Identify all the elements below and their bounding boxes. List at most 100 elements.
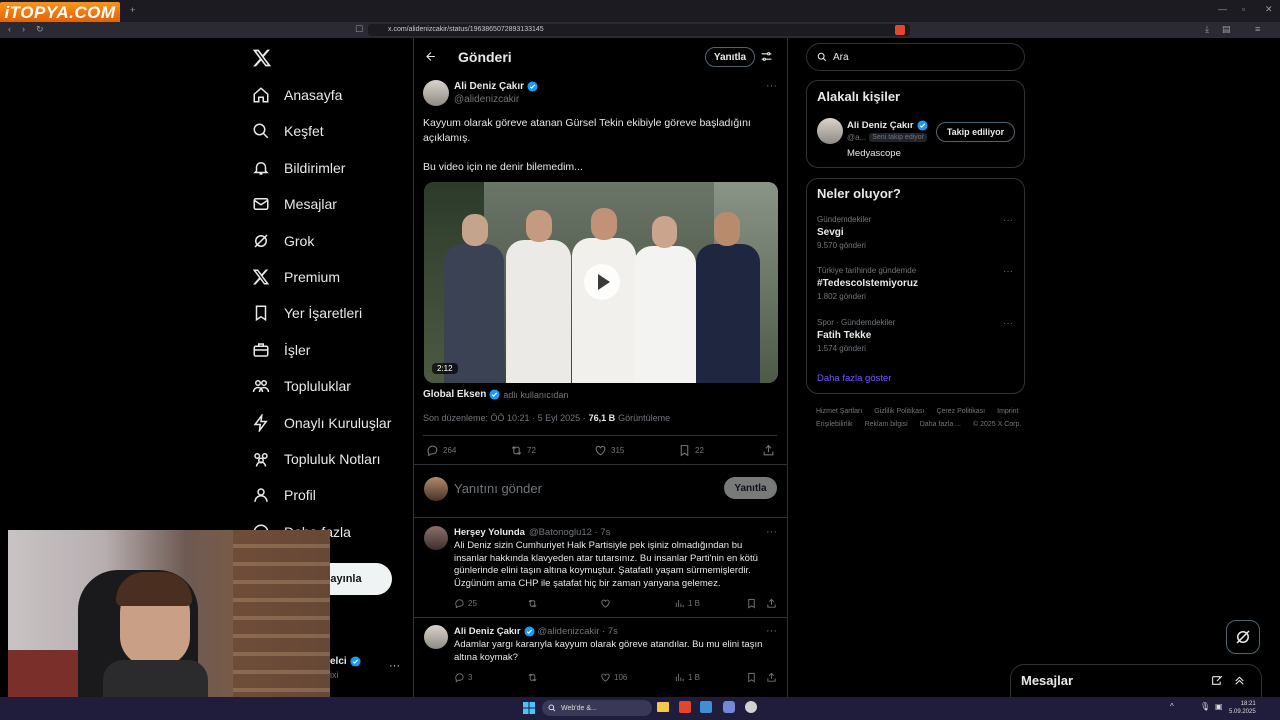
tweet-video[interactable]: 2:12 bbox=[424, 182, 778, 383]
share-icon[interactable] bbox=[766, 672, 777, 683]
video-source[interactable]: Global Eksen adlı kullanıcıdan bbox=[423, 389, 568, 400]
bookmark-page-icon[interactable]: ☐ bbox=[355, 24, 363, 35]
bookmark-stat[interactable]: 22 bbox=[678, 444, 704, 457]
footer-link[interactable]: Imprint bbox=[997, 408, 1018, 415]
reply-header[interactable]: Herşey Yolunda @Batonoglu12 · 7s bbox=[454, 527, 610, 538]
messages-drawer[interactable]: Mesajlar bbox=[1010, 664, 1262, 698]
views-stat[interactable]: 1 B bbox=[674, 598, 700, 609]
tweet-handle[interactable]: @alidenizcakir bbox=[454, 94, 519, 105]
avatar[interactable] bbox=[424, 625, 448, 649]
search-input[interactable]: Ara bbox=[806, 43, 1025, 71]
brave-browser-icon[interactable] bbox=[679, 701, 691, 713]
reload-icon[interactable]: ↻ bbox=[36, 24, 44, 35]
retweet-stat[interactable]: 72 bbox=[510, 444, 536, 457]
retweet-icon[interactable] bbox=[527, 672, 538, 683]
taskbar-search[interactable]: Web'de &... bbox=[542, 700, 652, 716]
new-message-icon[interactable] bbox=[1211, 674, 1224, 687]
steam-icon[interactable] bbox=[700, 701, 712, 713]
x-logo-icon[interactable] bbox=[252, 48, 272, 68]
reply-submit-button[interactable]: Yanıtla bbox=[724, 477, 777, 499]
sidebar-item-11[interactable]: Topluluk Notları bbox=[252, 443, 381, 475]
trend-item[interactable]: Gündemdekiler Sevgi 9.570 gönderi bbox=[817, 215, 871, 250]
footer-link[interactable]: Çerez Politikası bbox=[936, 408, 985, 415]
reply-header[interactable]: Ali Deniz Çakır @alidenizcakir · 7s bbox=[454, 626, 618, 637]
sidebar-item-3[interactable]: Bildirimler bbox=[252, 152, 345, 184]
close-window-icon[interactable]: ✕ bbox=[1265, 4, 1273, 15]
tweet-author[interactable]: Ali Deniz Çakır bbox=[454, 81, 538, 92]
mic-icon[interactable]: 🎙 bbox=[1200, 702, 1210, 711]
trend-more-icon[interactable]: ··· bbox=[1003, 215, 1013, 226]
tweet-meta: Son düzenleme: ÖÖ 10:21 · 5 Eyl 2025 · 7… bbox=[423, 413, 670, 423]
avatar[interactable] bbox=[817, 118, 843, 144]
views-stat[interactable]: 1 B bbox=[674, 672, 700, 683]
tweet-more-icon[interactable]: ··· bbox=[766, 80, 777, 92]
sliders-icon[interactable] bbox=[760, 50, 773, 63]
chart-icon bbox=[675, 599, 684, 608]
sidebar-item-12[interactable]: Profil bbox=[252, 479, 316, 511]
grok-floating-button[interactable] bbox=[1226, 620, 1260, 654]
like-stat[interactable]: 315 bbox=[594, 444, 624, 457]
footer-link[interactable]: Daha fazla ... bbox=[920, 421, 961, 428]
tweet-timestamp[interactable]: Son düzenleme: ÖÖ 10:21 · 5 Eyl 2025 · bbox=[423, 413, 586, 423]
retweet-icon[interactable] bbox=[527, 598, 538, 609]
forward-nav-icon[interactable]: › bbox=[22, 24, 25, 34]
trend-item[interactable]: Türkiye tarihinde gündemde #TedescoIstem… bbox=[817, 266, 918, 301]
show-more-link[interactable]: Daha fazla göster bbox=[817, 373, 891, 384]
start-icon[interactable] bbox=[523, 702, 535, 714]
back-nav-icon[interactable]: ‹ bbox=[8, 24, 11, 34]
footer-link[interactable]: Reklam bilgisi bbox=[865, 421, 908, 428]
extensions-icon[interactable]: ▤ bbox=[1222, 24, 1231, 35]
downloads-icon[interactable]: ⤓ bbox=[1205, 24, 1209, 35]
wifi-icon[interactable]: ▣ bbox=[1215, 702, 1223, 711]
sidebar-item-4[interactable]: Mesajlar bbox=[252, 188, 337, 220]
bookmark-icon[interactable] bbox=[746, 672, 757, 683]
back-arrow-icon[interactable] bbox=[424, 50, 437, 63]
trend-more-icon[interactable]: ··· bbox=[1003, 266, 1013, 277]
sidebar-item-9[interactable]: Topluluklar bbox=[252, 370, 351, 402]
minimize-icon[interactable]: — bbox=[1218, 4, 1227, 14]
expand-drawer-icon[interactable] bbox=[1233, 674, 1246, 687]
file-explorer-icon[interactable] bbox=[657, 702, 669, 712]
sidebar-item-2[interactable]: Keşfet bbox=[252, 115, 324, 147]
related-name[interactable]: Ali Deniz Çakır bbox=[847, 120, 928, 131]
obs-icon[interactable] bbox=[745, 701, 757, 713]
sidebar-item-10[interactable]: Onaylı Kuruluşlar bbox=[252, 407, 391, 439]
brave-shield-icon[interactable] bbox=[895, 25, 905, 35]
account-more-icon[interactable]: ··· bbox=[389, 660, 400, 672]
avatar[interactable] bbox=[424, 526, 448, 550]
url-input[interactable]: x.com/alidenizcakir/status/1963865072893… bbox=[368, 24, 910, 36]
reply-stat[interactable]: 264 bbox=[426, 444, 456, 457]
sidebar-item-1[interactable]: Anasayfa bbox=[252, 79, 342, 111]
play-icon[interactable] bbox=[584, 264, 620, 300]
menu-icon[interactable]: ≡ bbox=[1255, 24, 1260, 34]
bookmark-icon[interactable] bbox=[746, 598, 757, 609]
following-button[interactable]: Takip ediliyor bbox=[936, 122, 1015, 142]
footer-link[interactable]: Hizmet Şartları bbox=[816, 408, 862, 415]
footer-link[interactable]: Gizlilik Politikası bbox=[874, 408, 924, 415]
trend-item[interactable]: Spor · Gündemdekiler Fatih Tekke 1.574 g… bbox=[817, 318, 895, 353]
sidebar-item-5[interactable]: Grok bbox=[252, 225, 314, 257]
account-switcher[interactable]: elci bbox=[330, 656, 361, 667]
reply-input[interactable]: Yanıtını gönder bbox=[454, 481, 542, 496]
sidebar-item-8[interactable]: İşler bbox=[252, 334, 310, 366]
discord-icon[interactable] bbox=[723, 701, 735, 713]
maximize-icon[interactable]: ▫ bbox=[1242, 4, 1245, 14]
tray-chevron-icon[interactable]: ^ bbox=[1170, 702, 1174, 711]
share-icon[interactable] bbox=[762, 444, 775, 457]
chart-icon bbox=[675, 673, 684, 682]
trend-more-icon[interactable]: ··· bbox=[1003, 318, 1013, 329]
reply-more-icon[interactable]: ··· bbox=[766, 625, 777, 637]
reply-more-icon[interactable]: ··· bbox=[766, 526, 777, 538]
new-tab-button[interactable]: + bbox=[130, 5, 135, 15]
share-icon[interactable] bbox=[766, 598, 777, 609]
avatar[interactable] bbox=[423, 80, 449, 106]
sidebar-item-6[interactable]: Premium bbox=[252, 261, 340, 293]
sidebar-item-7[interactable]: Yer İşaretleri bbox=[252, 297, 362, 329]
reply-replies-stat[interactable]: 3 bbox=[454, 672, 472, 683]
heart-icon[interactable] bbox=[600, 598, 611, 609]
header-reply-button[interactable]: Yanıtla bbox=[705, 47, 755, 67]
clock[interactable]: 18:21 5.09.2025 bbox=[1229, 700, 1256, 716]
reply-replies-stat[interactable]: 25 bbox=[454, 598, 477, 609]
footer-link[interactable]: Erişilebilirlik bbox=[816, 421, 853, 428]
like-stat[interactable]: 106 bbox=[600, 672, 627, 683]
